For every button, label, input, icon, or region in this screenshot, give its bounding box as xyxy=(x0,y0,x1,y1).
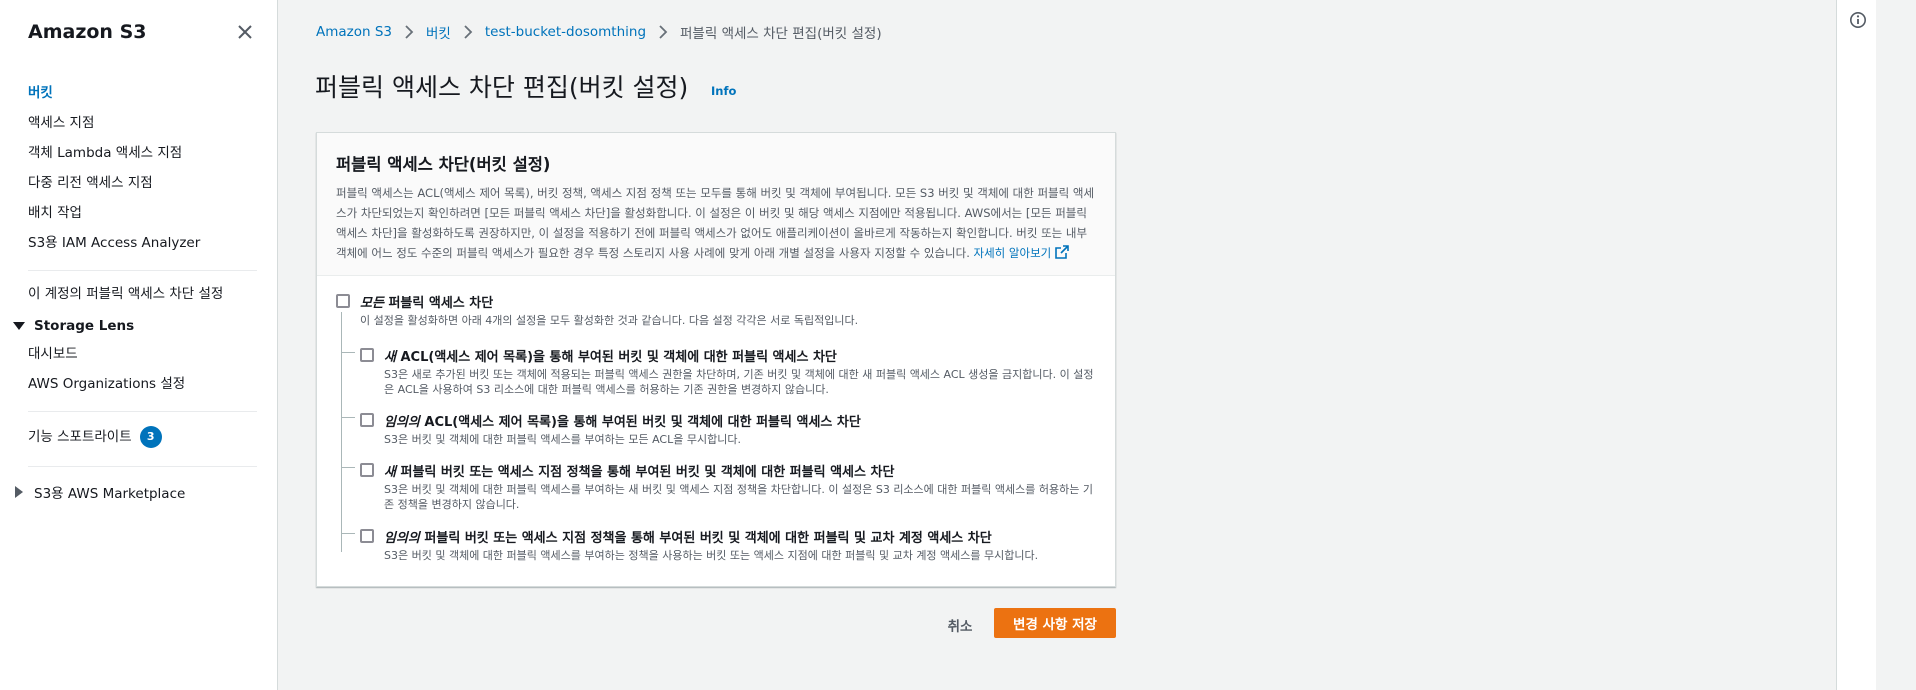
sidebar-item-batch-operations[interactable]: 배치 작업 xyxy=(0,200,277,230)
checkbox-block-new-acl[interactable] xyxy=(360,348,374,362)
option-block-new-acl: 새 ACL(액세스 제어 목록)을 통해 부여된 버킷 및 객체에 대한 퍼블릭… xyxy=(360,346,1100,397)
option-text: 임의의 퍼블릭 버킷 또는 액세스 지점 정책을 통해 부여된 버킷 및 객체에… xyxy=(384,527,1038,563)
option-block-any-policy: 임의의 퍼블릭 버킷 또는 액세스 지점 정책을 통해 부여된 버킷 및 객체에… xyxy=(360,527,1100,563)
sidebar-item-access-points[interactable]: 액세스 지점 xyxy=(0,110,277,140)
side-navigation: Amazon S3 버킷 액세스 지점 객체 Lambda 액세스 지점 다중 … xyxy=(0,0,278,690)
cancel-button[interactable]: 취소 xyxy=(935,610,985,640)
chevron-right-icon xyxy=(464,25,473,39)
main-content: Amazon S3 버킷 test-bucket-dosomthing 퍼블릭 … xyxy=(278,0,1876,690)
sidebar-divider xyxy=(28,270,257,271)
sidebar-section-storage-lens[interactable]: Storage Lens xyxy=(0,311,277,341)
option-description: S3은 버킷 및 객체에 대한 퍼블릭 액세스를 부여하는 정책을 사용하는 버… xyxy=(384,549,1039,562)
option-text: 임의의 ACL(액세스 제어 목록)을 통해 부여된 버킷 및 객체에 대한 퍼… xyxy=(384,411,861,447)
option-text: 새 퍼블릭 버킷 또는 액세스 지점 정책을 통해 부여된 버킷 및 객체에 대… xyxy=(384,461,1100,512)
option-description: S3은 버킷 및 객체에 대한 퍼블릭 액세스를 부여하는 모든 ACL을 무시… xyxy=(384,433,741,446)
option-label-text: 퍼블릭 버킷 또는 액세스 지점 정책을 통해 부여된 버킷 및 객체에 대한 … xyxy=(395,465,895,480)
option-description: 이 설정을 활성화하면 아래 4개의 설정을 모두 활성화한 것과 같습니다. … xyxy=(360,314,859,327)
option-label-text: ACL(액세스 제어 목록)을 통해 부여된 버킷 및 객체에 대한 퍼블릭 액… xyxy=(395,350,837,365)
option-label-emphasis: 임의의 xyxy=(384,415,420,430)
option-block-any-acl: 임의의 ACL(액세스 제어 목록)을 통해 부여된 버킷 및 객체에 대한 퍼… xyxy=(360,411,1100,447)
panel-body: 모든 퍼블릭 액세스 차단 이 설정을 활성화하면 아래 4개의 설정을 모두 … xyxy=(317,276,1115,588)
option-label-text: 퍼블릭 액세스 차단 xyxy=(383,296,494,311)
sidebar-item-buckets[interactable]: 버킷 xyxy=(0,80,277,110)
tree-connector xyxy=(341,312,342,552)
external-link-icon xyxy=(1055,245,1070,259)
sidebar-divider xyxy=(28,466,257,467)
caret-right-icon xyxy=(15,486,23,498)
tree-connector xyxy=(341,533,355,534)
info-icon[interactable] xyxy=(1849,11,1867,29)
breadcrumb-current: 퍼블릭 액세스 차단 편집(버킷 설정) xyxy=(680,26,882,42)
sidebar-item-aws-organizations[interactable]: AWS Organizations 설정 xyxy=(0,371,277,401)
page-title: 퍼블릭 액세스 차단 편집(버킷 설정) xyxy=(315,73,689,102)
checkbox-block-new-policy[interactable] xyxy=(360,463,374,477)
sidebar-divider xyxy=(28,411,257,412)
sidebar-item-feature-spotlight[interactable]: 기능 스포트라이트 3 xyxy=(0,422,277,456)
panel-title: 퍼블릭 액세스 차단(버킷 설정) xyxy=(336,155,551,174)
close-icon[interactable] xyxy=(233,20,257,44)
notification-badge: 3 xyxy=(139,426,162,448)
feature-spotlight-label: 기능 스포트라이트 xyxy=(28,429,132,445)
option-label-emphasis: 새 xyxy=(384,350,396,365)
sidebar-section-label: Storage Lens xyxy=(34,318,135,334)
breadcrumb-item-bucket[interactable]: test-bucket-dosomthing xyxy=(485,24,646,40)
option-text: 새 ACL(액세스 제어 목록)을 통해 부여된 버킷 및 객체에 대한 퍼블릭… xyxy=(384,346,1100,397)
tree-connector xyxy=(341,352,355,353)
learn-more-label: 자세히 알아보기 xyxy=(973,246,1052,260)
panel-description: 퍼블릭 액세스는 ACL(액세스 제어 목록), 버킷 정책, 액세스 지점 정… xyxy=(336,183,1096,263)
option-block-all: 모든 퍼블릭 액세스 차단 이 설정을 활성화하면 아래 4개의 설정을 모두 … xyxy=(336,292,1096,328)
sidebar-section-marketplace[interactable]: S3용 AWS Marketplace xyxy=(0,477,277,507)
sidebar-header: Amazon S3 xyxy=(28,20,257,44)
sidebar-item-multi-region[interactable]: 다중 리전 액세스 지점 xyxy=(0,170,277,200)
option-label: 임의의 퍼블릭 버킷 또는 액세스 지점 정책을 통해 부여된 버킷 및 객체에… xyxy=(384,527,1038,546)
sidebar-item-iam-access-analyzer[interactable]: S3용 IAM Access Analyzer xyxy=(0,230,277,260)
sidebar-nav: 버킷 액세스 지점 객체 Lambda 액세스 지점 다중 리전 액세스 지점 … xyxy=(0,80,277,507)
option-label-emphasis: 모든 xyxy=(360,296,384,311)
sidebar-title[interactable]: Amazon S3 xyxy=(28,20,257,44)
option-block-new-policy: 새 퍼블릭 버킷 또는 액세스 지점 정책을 통해 부여된 버킷 및 객체에 대… xyxy=(360,461,1100,512)
option-description: S3은 버킷 및 객체에 대한 퍼블릭 액세스를 부여하는 새 버킷 및 액세스… xyxy=(384,483,1093,511)
caret-down-icon xyxy=(13,322,25,330)
info-link[interactable]: Info xyxy=(711,84,736,98)
sidebar-section-label: S3용 AWS Marketplace xyxy=(34,486,186,502)
save-changes-button[interactable]: 변경 사항 저장 xyxy=(994,608,1116,638)
tools-panel-rail xyxy=(1836,0,1876,690)
option-label-text: 퍼블릭 버킷 또는 액세스 지점 정책을 통해 부여된 버킷 및 객체에 대한 … xyxy=(419,531,992,546)
option-label: 임의의 ACL(액세스 제어 목록)을 통해 부여된 버킷 및 객체에 대한 퍼… xyxy=(384,411,861,430)
breadcrumb-item-buckets[interactable]: 버킷 xyxy=(426,22,451,42)
tree-connector xyxy=(341,417,355,418)
sidebar-item-object-lambda[interactable]: 객체 Lambda 액세스 지점 xyxy=(0,140,277,170)
option-label-emphasis: 새 xyxy=(384,465,396,480)
checkbox-block-all[interactable] xyxy=(336,294,350,308)
breadcrumb-item-s3[interactable]: Amazon S3 xyxy=(316,24,392,40)
checkbox-block-any-policy[interactable] xyxy=(360,529,374,543)
option-label: 새 ACL(액세스 제어 목록)을 통해 부여된 버킷 및 객체에 대한 퍼블릭… xyxy=(384,346,1100,365)
option-label: 새 퍼블릭 버킷 또는 액세스 지점 정책을 통해 부여된 버킷 및 객체에 대… xyxy=(384,461,1100,480)
tree-connector xyxy=(341,467,355,468)
option-description: S3은 새로 추가된 버킷 또는 객체에 적용되는 퍼블릭 액세스 권한을 차단… xyxy=(384,368,1094,396)
option-text: 모든 퍼블릭 액세스 차단 이 설정을 활성화하면 아래 4개의 설정을 모두 … xyxy=(360,292,858,328)
option-label: 모든 퍼블릭 액세스 차단 xyxy=(360,292,858,311)
block-public-access-panel: 퍼블릭 액세스 차단(버킷 설정) 퍼블릭 액세스는 ACL(액세스 제어 목록… xyxy=(316,132,1116,587)
chevron-right-icon xyxy=(659,25,668,39)
panel-header: 퍼블릭 액세스 차단(버킷 설정) 퍼블릭 액세스는 ACL(액세스 제어 목록… xyxy=(317,133,1115,276)
chevron-right-icon xyxy=(405,25,414,39)
checkbox-block-any-acl[interactable] xyxy=(360,413,374,427)
breadcrumb: Amazon S3 버킷 test-bucket-dosomthing 퍼블릭 … xyxy=(316,22,882,42)
sidebar-item-account-block-settings[interactable]: 이 계정의 퍼블릭 액세스 차단 설정 xyxy=(0,281,277,311)
option-label-emphasis: 임의의 xyxy=(384,531,420,546)
sidebar-item-dashboards[interactable]: 대시보드 xyxy=(0,341,277,371)
option-label-text: ACL(액세스 제어 목록)을 통해 부여된 버킷 및 객체에 대한 퍼블릭 액… xyxy=(419,415,861,430)
learn-more-link[interactable]: 자세히 알아보기 xyxy=(973,245,1070,260)
